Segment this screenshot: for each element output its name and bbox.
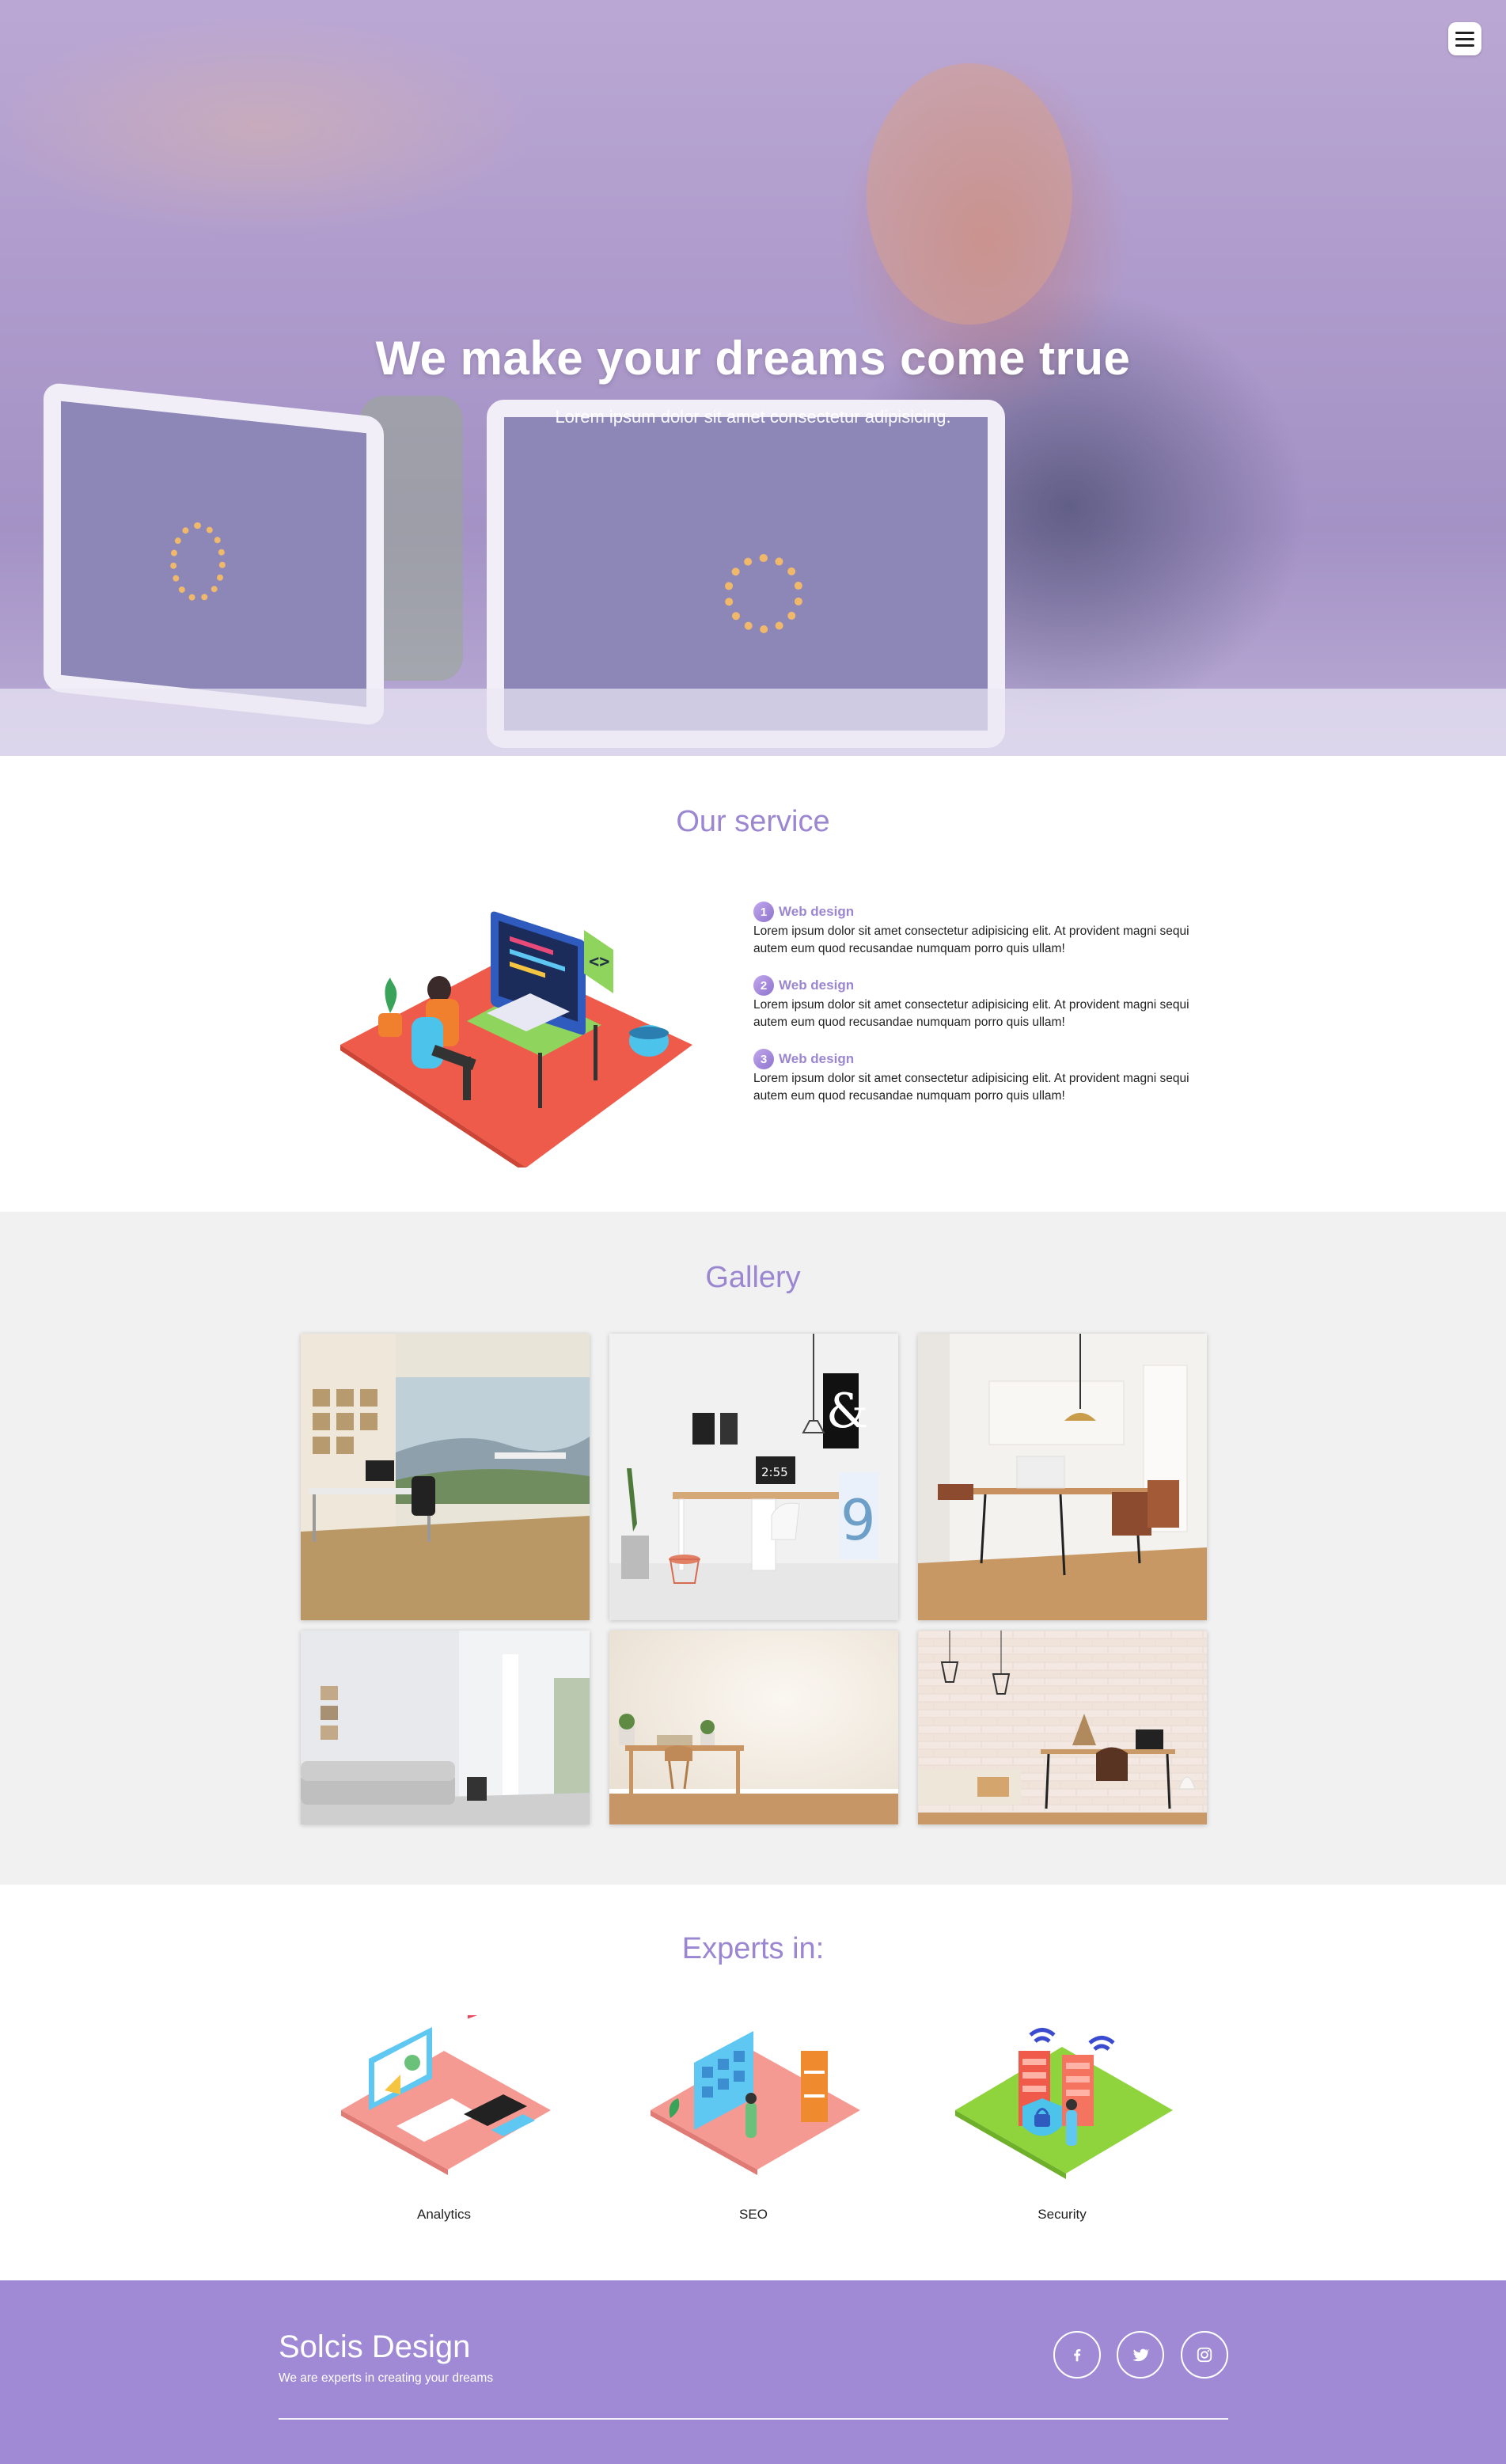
security-illustration: [955, 2028, 1173, 2179]
service-number-badge: 2: [753, 975, 774, 996]
gallery-image-brick-wall-workspace[interactable]: [918, 1631, 1207, 1824]
seo-illustration: [651, 2031, 860, 2175]
svg-text:&: &: [826, 1384, 868, 1439]
gallery-photo: [301, 1334, 590, 1620]
hero-section: We make your dreams come true Lorem ipsu…: [0, 0, 1506, 756]
hero-title: We make your dreams come true: [375, 332, 1131, 385]
menu-bar: [1455, 31, 1474, 34]
hamburger-icon[interactable]: [1448, 22, 1481, 55]
menu-bar: [1455, 37, 1474, 40]
hero-bg-person: [867, 63, 1072, 325]
gallery-image-dining-table[interactable]: [918, 1334, 1207, 1620]
footer-brand[interactable]: Solcis Design: [279, 2329, 470, 2365]
service-item-text: Lorem ipsum dolor sit amet consectetur a…: [753, 924, 1189, 955]
gallery-section: Gallery & 2:55 9: [0, 1212, 1506, 1885]
service-number-badge: 3: [753, 1049, 774, 1069]
service-item-text: Lorem ipsum dolor sit amet consectetur a…: [753, 998, 1189, 1029]
service-item-title: Web design: [779, 1051, 855, 1066]
gallery-photo: [609, 1631, 898, 1824]
svg-text:2:55: 2:55: [761, 1465, 788, 1479]
service-item-text: Lorem ipsum dolor sit amet consectetur a…: [753, 1072, 1189, 1103]
service-number-badge: 1: [753, 902, 774, 922]
gallery-photo: [301, 1631, 590, 1824]
gallery-photo: [918, 1334, 1207, 1620]
gallery-title: Gallery: [705, 1261, 801, 1294]
hero-bg-desk: [0, 689, 1506, 756]
expert-card-analytics: Analytics: [325, 2001, 563, 2222]
experts-section: Experts in: Analytics SEO Security: [0, 1885, 1506, 2280]
expert-label: Analytics: [416, 2207, 472, 2222]
instagram-icon[interactable]: [1181, 2331, 1228, 2379]
gallery-photo: & 2:55 9: [609, 1334, 898, 1620]
expert-card-security: Security: [943, 2015, 1181, 2222]
service-item-title: Web design: [779, 904, 855, 919]
analytics-illustration: [341, 2001, 551, 2175]
facebook-glyph: [1074, 2348, 1081, 2362]
footer: Solcis Design We are experts in creating…: [0, 2280, 1506, 2464]
footer-tagline: We are experts in creating your dreams: [279, 2371, 494, 2385]
gallery-image-white-room-sofa[interactable]: [301, 1631, 590, 1824]
twitter-glyph: [1132, 2348, 1150, 2362]
service-item-heading: 1 Web design: [753, 901, 1197, 923]
gallery-image-office-mountain-view[interactable]: [301, 1334, 590, 1620]
hero-bg-logo-left: [170, 522, 226, 602]
hero-bg-logo-right: [724, 554, 803, 633]
footer-divider: [279, 2418, 1228, 2420]
expert-label: Security: [1038, 2207, 1087, 2222]
service-list: 1 Web design Lorem ipsum dolor sit amet …: [753, 901, 1197, 1122]
hero-subtitle: Lorem ipsum dolor sit amet consectetur a…: [555, 407, 951, 427]
facebook-icon[interactable]: [1053, 2331, 1101, 2379]
twitter-icon[interactable]: [1117, 2331, 1164, 2379]
svg-text:9: 9: [840, 1488, 876, 1553]
instagram-glyph: [1197, 2347, 1212, 2363]
expert-label: SEO: [739, 2207, 768, 2222]
service-item: 1 Web design Lorem ipsum dolor sit amet …: [753, 901, 1197, 958]
service-item: 2 Web design Lorem ipsum dolor sit amet …: [753, 974, 1197, 1031]
service-item-heading: 3 Web design: [753, 1048, 1197, 1070]
service-title: Our service: [676, 805, 830, 838]
expert-card-seo: SEO: [635, 2015, 872, 2222]
gallery-photo: [918, 1631, 1207, 1824]
menu-bar: [1455, 44, 1474, 47]
service-item-heading: 2 Web design: [753, 974, 1197, 997]
developer-at-desk-illustration: <>: [340, 911, 692, 1167]
service-item: 3 Web design Lorem ipsum dolor sit amet …: [753, 1048, 1197, 1105]
service-item-title: Web design: [779, 978, 855, 993]
svg-text:<>: <>: [589, 952, 610, 972]
gallery-image-empty-room-desk[interactable]: [609, 1631, 898, 1824]
experts-title: Experts in:: [681, 1932, 825, 1965]
gallery-image-white-desk-ampersand[interactable]: & 2:55 9: [609, 1334, 898, 1620]
